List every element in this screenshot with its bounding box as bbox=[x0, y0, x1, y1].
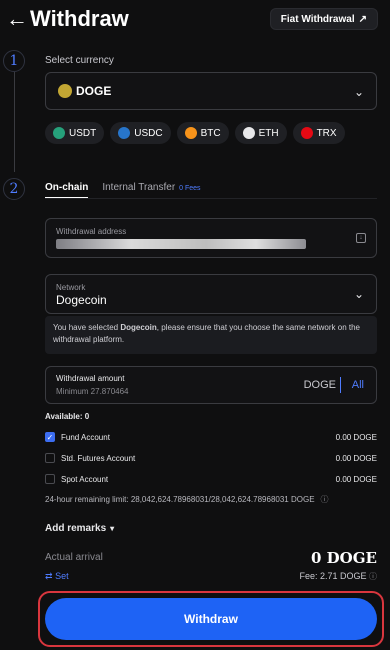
selected-currency: DOGE bbox=[58, 84, 111, 98]
actual-arrival-label: Actual arrival bbox=[45, 552, 103, 563]
remaining-limit-text: 24-hour remaining limit: 28,042,624.7896… bbox=[45, 495, 315, 504]
withdrawal-amount-field[interactable]: Withdrawal amount Minimum 27.870464 DOGE… bbox=[45, 366, 377, 404]
address-value-redacted bbox=[56, 239, 306, 249]
available-balance: Available: 0 bbox=[45, 412, 377, 421]
set-label: Set bbox=[55, 571, 69, 581]
step-connector bbox=[14, 72, 15, 172]
amount-divider bbox=[340, 377, 341, 393]
header: ← Withdraw Fiat Withdrawal ↗ bbox=[0, 0, 390, 40]
network-select[interactable]: Network Dogecoin ⌄ bbox=[45, 274, 377, 314]
chip-trx[interactable]: TRX bbox=[292, 122, 345, 144]
account-name: Spot Account bbox=[61, 474, 109, 484]
amount-all-button[interactable]: All bbox=[352, 379, 364, 391]
transfer-tabs: On-chain Internal Transfer 0 Fees bbox=[45, 182, 201, 199]
network-warning-note: You have selected Dogecoin, please ensur… bbox=[45, 316, 377, 354]
chip-label: USDC bbox=[134, 127, 163, 139]
fiat-withdrawal-label: Fiat Withdrawal bbox=[280, 13, 355, 25]
withdraw-button[interactable]: Withdraw bbox=[45, 598, 377, 640]
select-currency-label: Select currency bbox=[45, 55, 114, 66]
fiat-withdrawal-button[interactable]: Fiat Withdrawal ↗ bbox=[269, 8, 378, 30]
internal-transfer-label: Internal Transfer bbox=[102, 182, 176, 193]
network-value: Dogecoin bbox=[56, 293, 107, 307]
account-row-spot[interactable]: Spot Account 0.00 DOGE bbox=[45, 474, 377, 484]
doge-coin-icon bbox=[58, 84, 72, 98]
checkbox-checked-icon[interactable]: ✓ bbox=[45, 432, 55, 442]
tab-internal-transfer[interactable]: Internal Transfer 0 Fees bbox=[102, 182, 200, 193]
currency-select[interactable]: DOGE ⌄ bbox=[45, 72, 377, 110]
address-book-icon[interactable]: ↓ bbox=[356, 233, 366, 243]
account-balance: 0.00 DOGE bbox=[335, 453, 377, 463]
eth-icon bbox=[242, 127, 255, 139]
caret-down-icon: ▾ bbox=[110, 524, 115, 533]
set-link[interactable]: ⇄ Set bbox=[45, 571, 69, 582]
step-1-indicator: 1 bbox=[3, 50, 25, 72]
note-network-name: Dogecoin bbox=[120, 323, 157, 332]
chip-label: ETH bbox=[258, 127, 279, 139]
fee-info-icon[interactable]: ⓘ bbox=[369, 572, 377, 581]
step-2-indicator: 2 bbox=[3, 178, 25, 200]
quick-currency-chips: USDT USDC BTC ETH TRX bbox=[45, 122, 345, 144]
withdrawal-address-field[interactable]: Withdrawal address ↓ bbox=[45, 218, 377, 258]
available-text: Available: 0 bbox=[45, 412, 90, 421]
address-label: Withdrawal address bbox=[56, 227, 127, 236]
usdt-icon bbox=[53, 127, 65, 139]
chip-label: TRX bbox=[316, 127, 337, 139]
chip-btc[interactable]: BTC bbox=[176, 122, 229, 144]
info-icon[interactable]: ⓘ bbox=[321, 494, 329, 505]
fee-text: Fee: 2.71 DOGE bbox=[299, 571, 367, 581]
chip-eth[interactable]: ETH bbox=[234, 122, 287, 144]
chip-usdc[interactable]: USDC bbox=[110, 122, 171, 144]
account-name: Fund Account bbox=[61, 432, 110, 442]
account-row-std-futures[interactable]: Std. Futures Account 0.00 DOGE bbox=[45, 453, 377, 463]
add-remarks-label: Add remarks bbox=[45, 523, 107, 534]
tab-divider bbox=[45, 198, 377, 199]
trx-icon bbox=[300, 127, 313, 139]
account-name: Std. Futures Account bbox=[61, 453, 136, 463]
chip-label: BTC bbox=[200, 127, 221, 139]
btc-icon bbox=[184, 127, 197, 139]
checkbox-icon[interactable] bbox=[45, 474, 55, 484]
swap-icon: ⇄ bbox=[45, 571, 53, 581]
amount-unit: DOGE bbox=[303, 379, 336, 391]
checkbox-icon[interactable] bbox=[45, 453, 55, 463]
add-remarks[interactable]: Add remarks ▾ bbox=[45, 523, 377, 534]
account-row-fund[interactable]: ✓ Fund Account 0.00 DOGE bbox=[45, 432, 377, 442]
chip-usdt[interactable]: USDT bbox=[45, 122, 105, 144]
back-arrow-icon[interactable]: ← bbox=[6, 8, 28, 30]
note-text: You have selected bbox=[53, 323, 121, 332]
page-title: Withdraw bbox=[30, 6, 129, 31]
chevron-down-icon: ⌄ bbox=[353, 85, 364, 99]
actual-arrival-value: 0 DOGE bbox=[311, 549, 377, 567]
usdc-icon bbox=[118, 127, 131, 139]
account-balance: 0.00 DOGE bbox=[335, 432, 377, 442]
fee-display: Fee: 2.71 DOGE ⓘ bbox=[299, 571, 377, 582]
chip-label: USDT bbox=[69, 127, 97, 139]
remaining-limit: 24-hour remaining limit: 28,042,624.7896… bbox=[45, 494, 377, 505]
chevron-down-icon: ⌄ bbox=[353, 287, 364, 301]
selected-currency-label: DOGE bbox=[76, 84, 112, 98]
fees-badge: 0 Fees bbox=[179, 185, 201, 192]
amount-minimum: Minimum 27.870464 bbox=[56, 387, 129, 396]
amount-label: Withdrawal amount bbox=[56, 374, 125, 383]
account-balance: 0.00 DOGE bbox=[335, 474, 377, 484]
external-link-icon: ↗ bbox=[358, 13, 367, 25]
tab-on-chain[interactable]: On-chain bbox=[45, 182, 89, 199]
network-label: Network bbox=[56, 283, 86, 292]
